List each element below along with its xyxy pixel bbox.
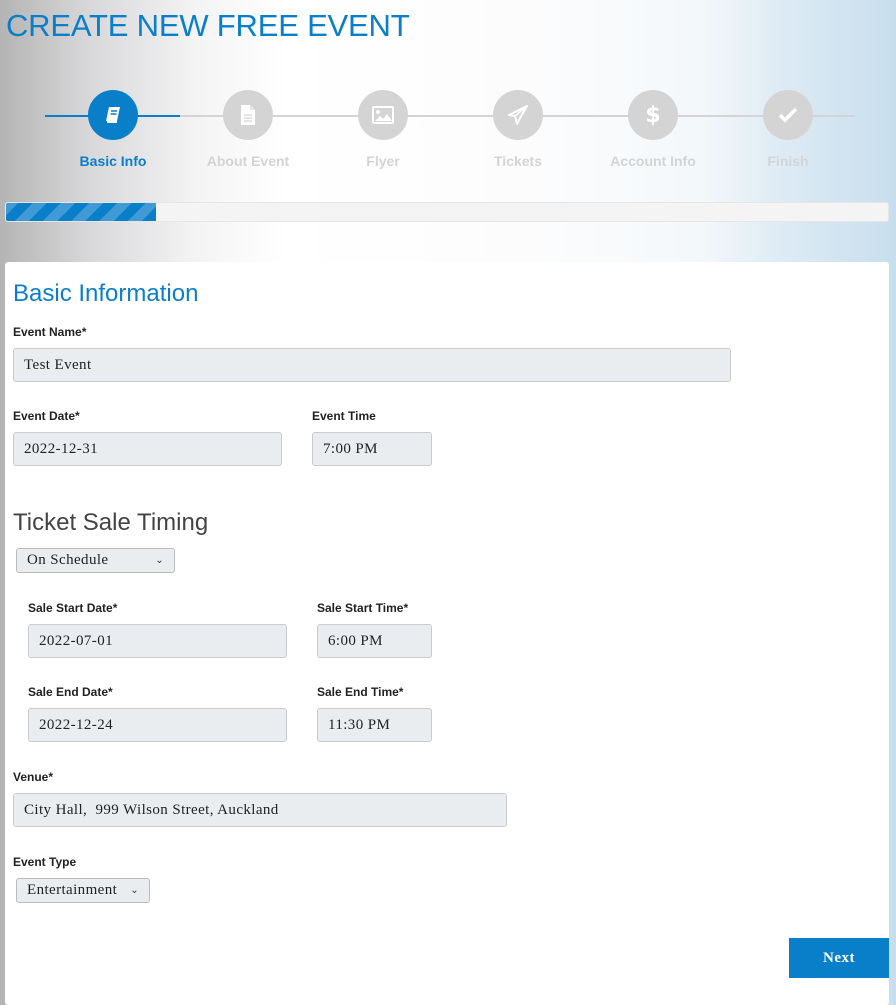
dollar-icon: $ bbox=[645, 102, 661, 128]
wizard-steps: Basic Info About Event Flyer Tickets $ A… bbox=[0, 90, 896, 180]
sale-end-date-label: Sale End Date* bbox=[28, 685, 113, 699]
progress-fill bbox=[6, 203, 156, 221]
venue-input[interactable]: City Hall, 999 Wilson Street, Auckland bbox=[13, 793, 507, 827]
sale-start-date-label: Sale Start Date* bbox=[28, 601, 118, 615]
image-icon bbox=[372, 106, 394, 124]
event-date-input[interactable]: 2022-12-31 bbox=[13, 432, 282, 466]
step-label: Account Info bbox=[610, 153, 696, 169]
sale-end-time-label: Sale End Time* bbox=[317, 685, 404, 699]
event-type-label: Event Type bbox=[13, 855, 77, 869]
step-label: Tickets bbox=[494, 153, 542, 169]
sale-start-time-label: Sale Start Time* bbox=[317, 601, 409, 615]
progress-bar bbox=[5, 202, 889, 222]
step-label: About Event bbox=[206, 153, 290, 169]
next-button[interactable]: Next bbox=[789, 938, 889, 978]
ticket-sale-timing-title: Ticket Sale Timing bbox=[13, 509, 209, 536]
chevron-down-icon: ⌄ bbox=[155, 555, 164, 566]
event-name-input[interactable]: Test Event bbox=[13, 348, 731, 382]
step-basic-info[interactable]: Basic Info bbox=[53, 90, 173, 169]
step-label: Finish bbox=[767, 153, 809, 169]
step-circle bbox=[358, 90, 408, 140]
event-name-label: Event Name* bbox=[13, 325, 87, 339]
step-account-info[interactable]: $ Account Info bbox=[593, 90, 713, 169]
step-circle: $ bbox=[628, 90, 678, 140]
check-icon bbox=[778, 107, 798, 123]
ticket-sale-timing-select[interactable]: On Schedule ⌄ bbox=[16, 548, 175, 573]
step-label: Basic Info bbox=[79, 153, 147, 169]
event-date-label: Event Date* bbox=[13, 409, 80, 423]
step-label: Flyer bbox=[366, 153, 400, 169]
step-circle bbox=[88, 90, 138, 140]
book-icon bbox=[106, 107, 120, 123]
form-card: Basic Information Event Name* Test Event… bbox=[5, 262, 889, 1005]
document-icon bbox=[241, 105, 255, 125]
step-circle bbox=[763, 90, 813, 140]
page-title: CREATE NEW FREE EVENT bbox=[6, 8, 410, 43]
event-type-select[interactable]: Entertainment ⌄ bbox=[16, 878, 150, 903]
step-circle bbox=[493, 90, 543, 140]
select-value: Entertainment bbox=[27, 882, 118, 898]
sale-start-date-input[interactable]: 2022-07-01 bbox=[28, 624, 287, 658]
event-time-input[interactable]: 7:00 PM bbox=[312, 432, 432, 466]
step-flyer[interactable]: Flyer bbox=[323, 90, 443, 169]
step-tickets[interactable]: Tickets bbox=[458, 90, 578, 169]
step-circle bbox=[223, 90, 273, 140]
event-time-label: Event Time bbox=[312, 409, 376, 423]
paper-plane-icon bbox=[508, 105, 528, 125]
chevron-down-icon: ⌄ bbox=[130, 885, 139, 896]
sale-end-time-input[interactable]: 11:30 PM bbox=[317, 708, 432, 742]
venue-label: Venue* bbox=[13, 770, 54, 784]
section-title: Basic Information bbox=[13, 280, 199, 307]
select-value: On Schedule bbox=[27, 552, 109, 568]
step-about-event[interactable]: About Event bbox=[188, 90, 308, 169]
sale-start-time-input[interactable]: 6:00 PM bbox=[317, 624, 432, 658]
sale-end-date-input[interactable]: 2022-12-24 bbox=[28, 708, 287, 742]
step-finish[interactable]: Finish bbox=[728, 90, 848, 169]
